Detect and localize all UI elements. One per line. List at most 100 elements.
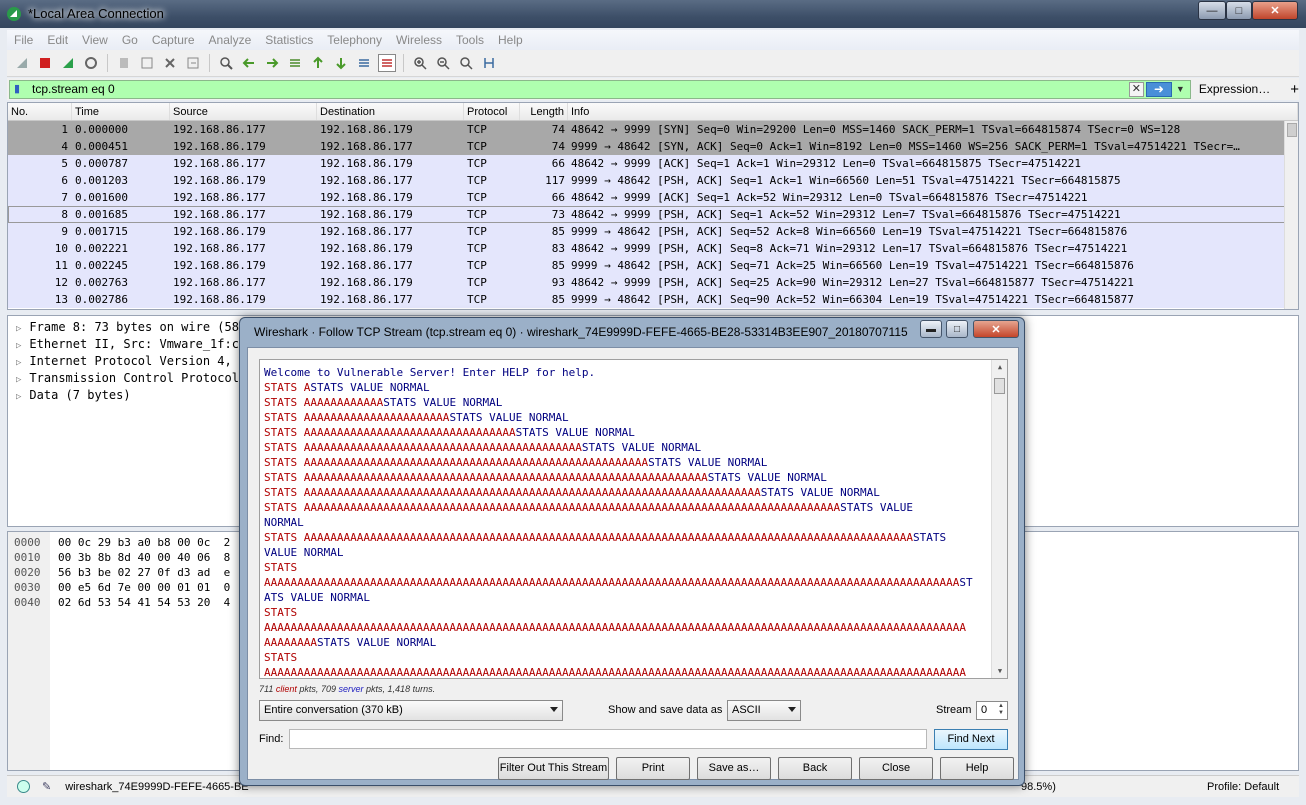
auto-scroll-icon[interactable] — [355, 54, 373, 72]
table-row[interactable]: 6 0.001203 192.168.86.179 192.168.86.177 TCP… — [8, 172, 1298, 189]
table-row[interactable]: 4 0.000451 192.168.86.179 192.168.86.177 TCP… — [8, 138, 1298, 155]
bookmark-icon[interactable]: ▮ — [14, 82, 28, 97]
column-no[interactable]: No. — [8, 103, 72, 120]
stream-line: STATS AAAAAAAAAAAAAAAAAAAAAAAAAAAAAAAAST… — [264, 425, 988, 440]
open-file-icon[interactable] — [115, 54, 133, 72]
expert-info-icon[interactable] — [17, 780, 30, 793]
normal-size-icon[interactable] — [457, 54, 475, 72]
close-window-button[interactable]: ✕ — [1252, 1, 1298, 20]
apply-filter-icon[interactable]: ➜ — [1145, 81, 1172, 97]
column-protocol[interactable]: Protocol — [464, 103, 520, 120]
status-profile[interactable]: Profile: Default — [1207, 781, 1279, 793]
expand-arrow-icon[interactable]: ▷ — [16, 324, 21, 334]
menu-go[interactable]: Go — [115, 33, 145, 47]
expand-arrow-icon[interactable]: ▷ — [16, 375, 21, 385]
expression-button[interactable]: Expression… — [1199, 82, 1270, 96]
find-next-button[interactable]: Find Next — [934, 729, 1008, 750]
stream-line: AAAAAAAASTATS VALUE NORMAL — [264, 635, 988, 650]
stream-line: STATS AAAAAAAAAAAAAAAAAAAAAAAAAAAAAAAAAA… — [264, 455, 988, 470]
menu-edit[interactable]: Edit — [40, 33, 75, 47]
stream-line: STATS — [264, 650, 988, 665]
capture-options-icon[interactable] — [82, 54, 100, 72]
menu-analyze[interactable]: Analyze — [202, 33, 259, 47]
maximize-button[interactable]: □ — [1226, 1, 1252, 20]
first-packet-icon[interactable] — [309, 54, 327, 72]
table-row[interactable]: 1 0.000000 192.168.86.177 192.168.86.179 TCP… — [8, 121, 1298, 138]
minimize-button[interactable]: — — [1198, 1, 1226, 20]
last-packet-icon[interactable] — [332, 54, 350, 72]
expand-arrow-icon[interactable]: ▷ — [16, 341, 21, 351]
expand-arrow-icon[interactable]: ▷ — [16, 392, 21, 402]
close-button[interactable]: Close — [859, 757, 933, 780]
table-row[interactable]: 11 0.002245 192.168.86.179 192.168.86.177 TC… — [8, 257, 1298, 274]
menu-file[interactable]: File — [7, 33, 40, 47]
table-row[interactable]: 7 0.001600 192.168.86.177 192.168.86.179 TCP… — [8, 189, 1298, 206]
save-file-icon[interactable] — [138, 54, 156, 72]
go-forward-icon[interactable] — [263, 54, 281, 72]
stream-scrollbar[interactable]: ▲ ▼ — [991, 360, 1007, 678]
help-button[interactable]: Help — [940, 757, 1014, 780]
scroll-up-icon[interactable]: ▲ — [992, 360, 1007, 374]
menu-capture[interactable]: Capture — [145, 33, 202, 47]
filter-history-dropdown-icon[interactable]: ▼ — [1174, 82, 1187, 97]
stream-number-spinbox[interactable]: 0 ▲ ▼ — [976, 701, 1008, 720]
dialog-close-button[interactable]: ✕ — [973, 320, 1019, 338]
back-button[interactable]: Back — [778, 757, 852, 780]
scroll-down-icon[interactable]: ▼ — [992, 664, 1007, 678]
start-capture-icon[interactable] — [13, 54, 31, 72]
zoom-in-icon[interactable] — [411, 54, 429, 72]
add-filter-button[interactable]: + — [1290, 81, 1299, 98]
table-row[interactable]: 12 0.002763 192.168.86.177 192.168.86.179 TC… — [8, 274, 1298, 291]
menu-statistics[interactable]: Statistics — [258, 33, 320, 47]
dialog-minimize-button[interactable]: ▬ — [920, 320, 942, 338]
spin-arrows-icon[interactable]: ▲ ▼ — [996, 703, 1006, 718]
table-row[interactable]: 13 0.002786 192.168.86.179 192.168.86.177 TC… — [8, 291, 1298, 308]
bytes-offset: 0000 — [14, 536, 41, 549]
resize-columns-icon[interactable] — [480, 54, 498, 72]
menu-tools[interactable]: Tools — [449, 33, 491, 47]
expand-arrow-icon[interactable]: ▷ — [16, 358, 21, 368]
table-row[interactable]: 10 0.002221 192.168.86.177 192.168.86.179 TC… — [8, 240, 1298, 257]
table-row[interactable]: 5 0.000787 192.168.86.177 192.168.86.179 TCP… — [8, 155, 1298, 172]
column-length[interactable]: Length — [520, 103, 568, 120]
stream-line: STATS AAAAAAAAAAAAAAAAAAAAAAAAAAAAAAAAAA… — [264, 530, 988, 545]
format-select[interactable]: ASCII — [727, 700, 801, 721]
colorize-icon[interactable] — [378, 54, 396, 72]
table-row[interactable]: 8 0.001685 192.168.86.177 192.168.86.179 TCP… — [8, 206, 1298, 223]
go-back-icon[interactable] — [240, 54, 258, 72]
display-filter-value[interactable]: tcp.stream eq 0 — [32, 82, 115, 96]
menu-view[interactable]: View — [75, 33, 115, 47]
zoom-out-icon[interactable] — [434, 54, 452, 72]
server-text: ATS VALUE NORMAL — [264, 591, 370, 604]
packet-list-scrollbar[interactable] — [1284, 121, 1298, 309]
close-file-icon[interactable] — [161, 54, 179, 72]
dialog-maximize-button[interactable]: □ — [946, 320, 968, 338]
column-time[interactable]: Time — [72, 103, 170, 120]
stop-capture-icon[interactable] — [36, 54, 54, 72]
column-info[interactable]: Info — [568, 103, 1298, 120]
column-destination[interactable]: Destination — [317, 103, 464, 120]
print-button[interactable]: Print — [616, 757, 690, 780]
save-as-button[interactable]: Save as… — [697, 757, 771, 780]
column-source[interactable]: Source — [170, 103, 317, 120]
cell-time: 0.002786 — [75, 293, 128, 306]
turns-count: 1,418 turns. — [387, 684, 436, 694]
server-text: Welcome to Vulnerable Server! Enter HELP… — [264, 366, 596, 379]
menu-help[interactable]: Help — [491, 33, 530, 47]
filter-out-stream-button[interactable]: Filter Out This Stream — [498, 757, 609, 780]
scroll-thumb[interactable] — [994, 378, 1005, 394]
reload-file-icon[interactable] — [184, 54, 202, 72]
clear-filter-icon[interactable]: ✕ — [1128, 81, 1144, 97]
table-row[interactable]: 9 0.001715 192.168.86.179 192.168.86.177 TCP… — [8, 223, 1298, 240]
go-to-packet-icon[interactable] — [286, 54, 304, 72]
capture-comment-icon[interactable]: ✎ — [42, 780, 51, 793]
find-input[interactable] — [289, 729, 927, 749]
scroll-thumb[interactable] — [1287, 123, 1297, 137]
menu-telephony[interactable]: Telephony — [320, 33, 389, 47]
restart-capture-icon[interactable] — [59, 54, 77, 72]
find-packet-icon[interactable] — [217, 54, 235, 72]
stream-content[interactable]: Welcome to Vulnerable Server! Enter HELP… — [259, 359, 1008, 679]
display-filter-input[interactable]: ▮ tcp.stream eq 0 ✕ ➜ ▼ — [9, 79, 1191, 99]
menu-wireless[interactable]: Wireless — [389, 33, 449, 47]
conversation-select[interactable]: Entire conversation (370 kB) — [259, 700, 563, 721]
